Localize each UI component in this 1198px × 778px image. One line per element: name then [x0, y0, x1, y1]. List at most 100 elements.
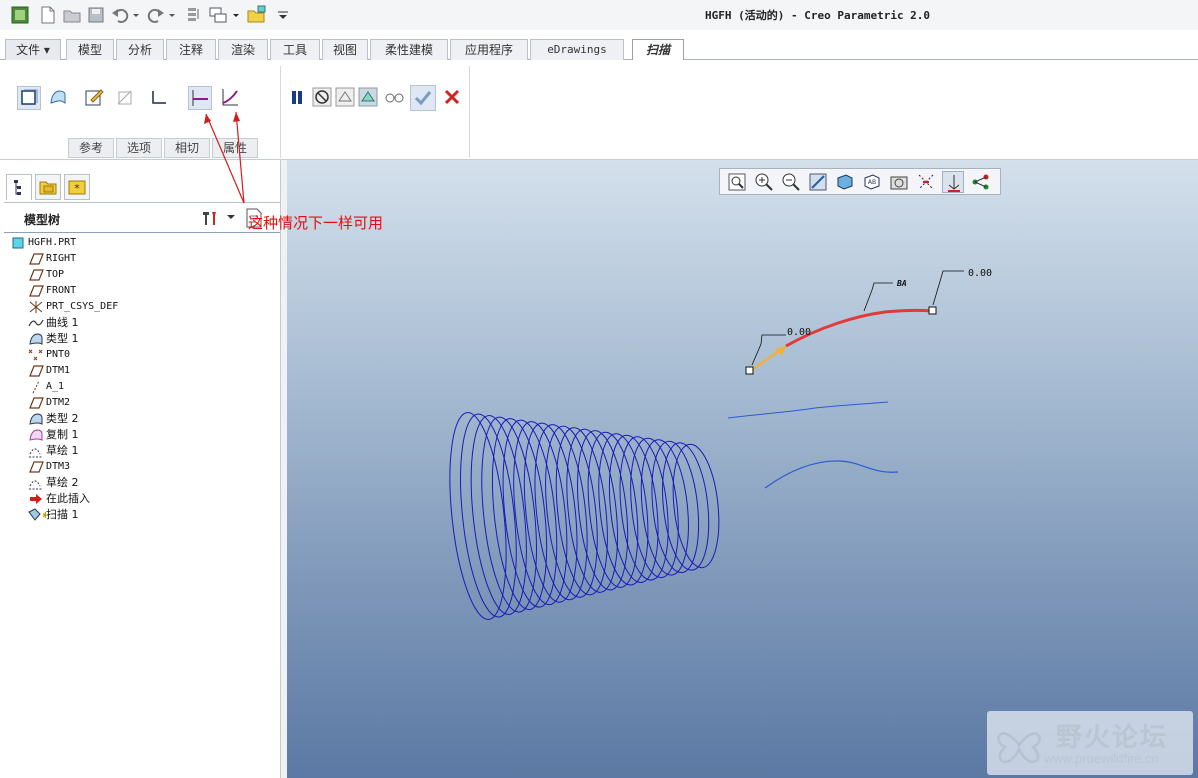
tab-model[interactable]: 模型 [66, 39, 114, 60]
saved-views-icon[interactable]: AB [861, 171, 883, 193]
cancel-button[interactable] [441, 86, 465, 110]
pause-button[interactable] [286, 86, 310, 110]
tree-item-label: 草绘 1 [46, 444, 79, 457]
regenerate-icon[interactable] [184, 5, 204, 25]
redo-icon[interactable] [146, 5, 166, 25]
callout-annotation: 这种情况下一样可用 [248, 214, 384, 232]
group-separator [280, 66, 281, 158]
datum-plane-icon [28, 252, 44, 266]
part-icon [10, 236, 26, 250]
spin-center-icon[interactable] [942, 171, 964, 193]
watermark-title: 野火论坛 [1056, 723, 1169, 753]
remove-material-icon [117, 90, 132, 105]
remove-material-button[interactable] [114, 86, 138, 110]
new-file-icon[interactable] [38, 5, 58, 25]
tab-flexible-modeling[interactable]: 柔性建模 [370, 39, 448, 60]
constant-section-icon [192, 90, 208, 106]
variable-section-button[interactable] [219, 86, 243, 110]
ok-button[interactable] [410, 85, 436, 111]
solid-icon [21, 89, 38, 105]
favorites-tab[interactable]: * [64, 174, 90, 200]
thicken-icon [152, 91, 166, 104]
sketch-feature-icon [28, 444, 44, 458]
creo-window: HGFH (活动的) - Creo Parametric 2.0 文件 ▾ 模型… [0, 0, 1198, 778]
subtab-tangency[interactable]: 相切 [164, 138, 210, 158]
thicken-button[interactable] [148, 86, 172, 110]
tab-sweep[interactable]: 扫描 [632, 39, 684, 61]
pause-icon [292, 91, 302, 104]
tab-tools[interactable]: 工具 [270, 39, 320, 60]
undo-icon[interactable] [110, 5, 130, 25]
verify-button[interactable] [357, 86, 381, 110]
model-tree-tab[interactable] [6, 174, 32, 200]
solid-button[interactable] [17, 86, 41, 110]
zoom-in-icon[interactable] [753, 171, 775, 193]
preview-icon [335, 87, 355, 107]
glasses-button[interactable] [383, 86, 407, 110]
feature-icon [28, 412, 44, 426]
redo-dropdown-icon[interactable] [166, 5, 186, 25]
folder-browser-tab[interactable] [35, 174, 61, 200]
sketch-feature-icon [28, 476, 44, 490]
view-manager-icon[interactable] [888, 171, 910, 193]
navigator-panel: * 模型树 HGFH.PRT RIGHT TOP FRONT PRT_CSYS_DEF 曲… [4, 172, 284, 778]
tab-file[interactable]: 文件 ▾ [5, 39, 61, 60]
dimension-start-value[interactable]: 0.00 [787, 327, 811, 338]
cancel-x-icon [444, 89, 460, 105]
subtab-options[interactable]: 选项 [116, 138, 162, 158]
sketch-icon [85, 89, 104, 106]
group-separator [469, 66, 470, 158]
tree-item-label: HGFH.PRT [28, 237, 77, 248]
tab-analysis[interactable]: 分析 [116, 39, 164, 60]
open-file-icon[interactable] [62, 5, 82, 25]
windows-icon[interactable] [208, 5, 228, 25]
datum-plane-icon [28, 268, 44, 282]
tree-item-label: DTM3 [46, 461, 71, 472]
save-icon[interactable] [86, 5, 106, 25]
app-logo-icon[interactable] [10, 5, 30, 25]
dimension-tag-label[interactable]: ВА [897, 279, 907, 288]
sweep-icon: ✱ [28, 508, 49, 522]
tree-item-label: DTM2 [46, 397, 71, 408]
subtab-references[interactable]: 参考 [68, 138, 114, 158]
customize-qat-icon[interactable] [276, 5, 296, 25]
tree-item-label: 扫描 1 [46, 508, 79, 521]
tab-edrawings[interactable]: eDrawings [530, 39, 624, 60]
curve-icon [28, 316, 44, 330]
datum-display-icon[interactable] [915, 171, 937, 193]
datum-plane-icon [28, 460, 44, 474]
model-tree-header: 模型树 [4, 202, 284, 232]
refit-icon[interactable] [726, 171, 748, 193]
no-preview-button[interactable] [311, 86, 335, 110]
tree-item-label: 类型 2 [46, 412, 79, 425]
surface-button[interactable] [47, 86, 71, 110]
svg-text:*: * [74, 182, 80, 195]
tab-applications[interactable]: 应用程序 [450, 39, 528, 60]
datum-point-icon [28, 348, 44, 362]
subtab-properties[interactable]: 属性 [212, 138, 258, 158]
no-preview-icon [312, 87, 332, 107]
display-style-icon[interactable] [834, 171, 856, 193]
tab-render[interactable]: 渲染 [218, 39, 268, 60]
preview-button[interactable] [334, 86, 358, 110]
repaint-icon[interactable] [807, 171, 829, 193]
dimension-end-value[interactable]: 0.00 [968, 268, 992, 279]
tree-item-label: PRT_CSYS_DEF [46, 301, 119, 312]
glasses-icon [385, 93, 404, 103]
zoom-out-icon[interactable] [780, 171, 802, 193]
panel-splitter[interactable] [280, 160, 287, 778]
sketch-button[interactable] [83, 86, 107, 110]
constant-section-button[interactable] [188, 86, 212, 110]
tree-settings-icon[interactable] [200, 208, 220, 231]
datum-plane-icon [28, 364, 44, 378]
annotation-display-icon[interactable] [970, 171, 992, 193]
tree-item-label: FRONT [46, 285, 77, 296]
graphics-window[interactable]: AB [287, 160, 1198, 778]
tree-item-label: 类型 1 [46, 332, 79, 345]
model-tree: HGFH.PRT RIGHT TOP FRONT PRT_CSYS_DEF 曲线 1 类型 … [4, 232, 282, 778]
ok-check-icon [414, 91, 432, 106]
tree-settings-dropdown-icon[interactable] [226, 211, 236, 226]
tab-annotate[interactable]: 注释 [166, 39, 216, 60]
close-window-icon[interactable] [246, 5, 266, 25]
tab-view[interactable]: 视图 [322, 39, 368, 60]
